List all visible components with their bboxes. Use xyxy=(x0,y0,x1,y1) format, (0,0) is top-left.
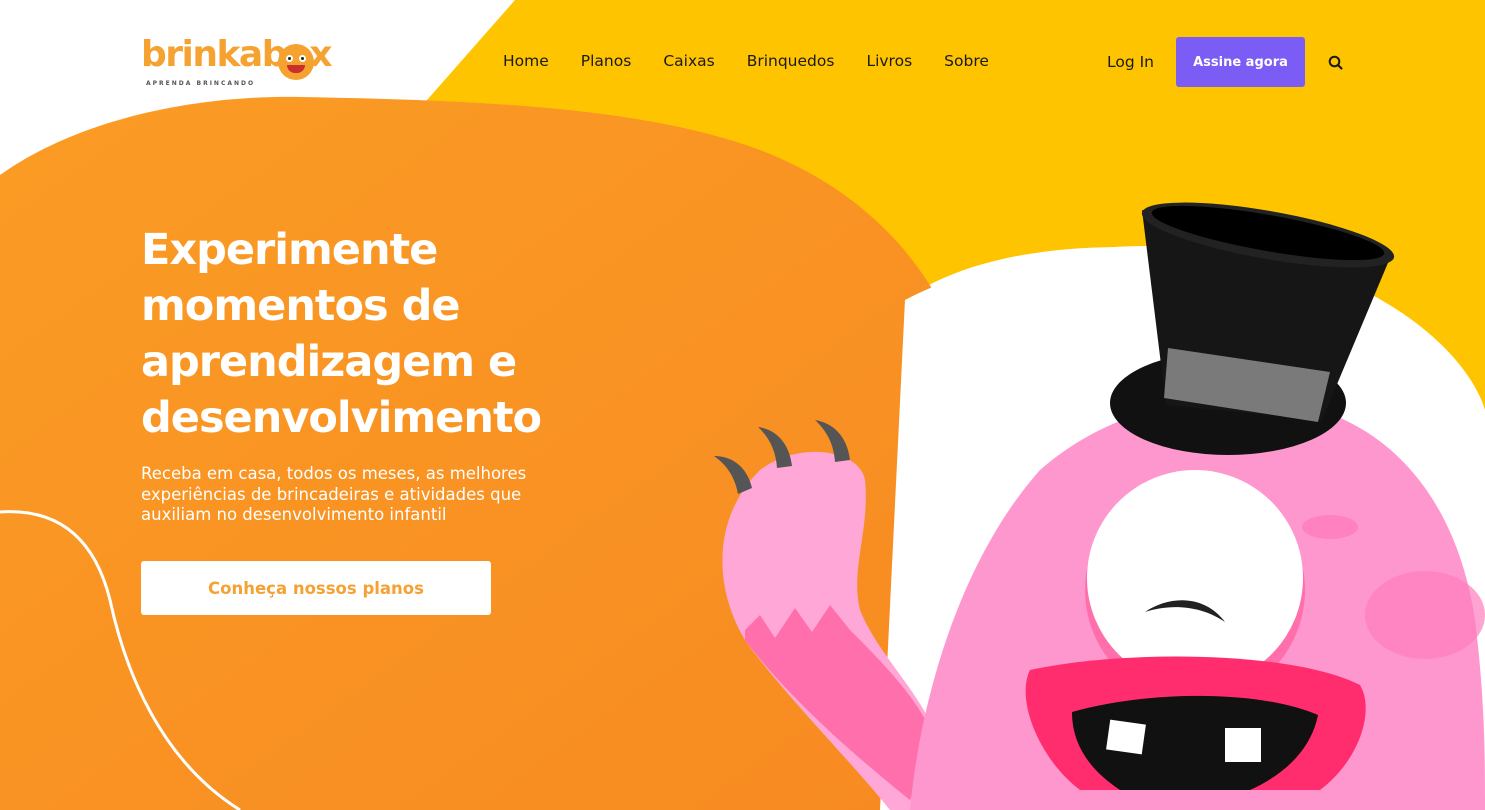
nav-item-livros[interactable]: Livros xyxy=(866,52,912,70)
search-icon[interactable] xyxy=(1327,54,1345,72)
hero-title: Experimente momentos de aprendizagem e d… xyxy=(141,225,542,443)
plans-button[interactable]: Conheça nossos planos xyxy=(141,561,491,615)
subscribe-button[interactable]: Assine agora xyxy=(1176,37,1305,87)
login-link[interactable]: Log In xyxy=(1107,53,1154,71)
nav-item-planos[interactable]: Planos xyxy=(581,52,632,70)
hero-subtitle: Receba em casa, todos os meses, as melho… xyxy=(141,464,527,524)
logo-face-icon xyxy=(278,44,314,80)
nav-item-brinquedos[interactable]: Brinquedos xyxy=(747,52,835,70)
nav-item-sobre[interactable]: Sobre xyxy=(944,52,989,70)
logo-tagline: APRENDA BRINCANDO xyxy=(146,80,256,87)
nav-item-home[interactable]: Home xyxy=(503,52,549,70)
nav-item-caixas[interactable]: Caixas xyxy=(663,52,714,70)
main-nav: Home Planos Caixas Brinquedos Livros Sob… xyxy=(503,52,989,70)
brand-logo[interactable]: brinkabox APRENDA BRINCANDO xyxy=(141,34,341,92)
monster-mascot-illustration xyxy=(714,202,1485,810)
